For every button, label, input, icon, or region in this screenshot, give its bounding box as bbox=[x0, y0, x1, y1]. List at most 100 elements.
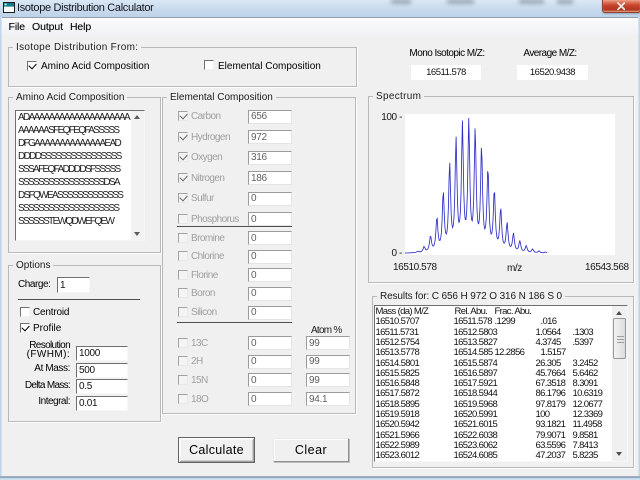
phosphorus-checkbox[interactable] bbox=[178, 214, 188, 224]
checkmark-icon bbox=[179, 112, 187, 120]
florine-checkbox[interactable] bbox=[178, 270, 188, 280]
phosphorus-input[interactable] bbox=[248, 212, 292, 226]
average-mz-value[interactable]: 16520.9438 bbox=[517, 65, 588, 80]
results-row[interactable]: 16523.601216524.608547.20375.8235 bbox=[375, 450, 627, 460]
results-row[interactable]: 16511.573116512.58031.0564.1303 bbox=[375, 327, 627, 337]
nitrogen-checkbox[interactable] bbox=[178, 173, 188, 183]
sulfur-input[interactable] bbox=[248, 192, 292, 206]
isotope-15n-input[interactable] bbox=[248, 373, 292, 387]
options-separator bbox=[18, 299, 140, 300]
at-mass-input[interactable] bbox=[76, 363, 128, 378]
charge-input[interactable] bbox=[57, 277, 90, 293]
sequence-line: SSSSSSSSSSSSSSSSSSSS bbox=[18, 202, 132, 215]
carbon-checkbox[interactable] bbox=[178, 111, 188, 121]
boron-checkbox[interactable] bbox=[178, 288, 188, 298]
results-row[interactable]: 16518.589516519.596897.817912.0677 bbox=[375, 399, 627, 409]
oxygen-checkbox[interactable] bbox=[178, 152, 188, 162]
boron-input[interactable] bbox=[248, 287, 292, 301]
arrow-up-icon bbox=[616, 311, 622, 315]
integral-input[interactable] bbox=[76, 396, 128, 411]
chlorine-input[interactable] bbox=[248, 250, 292, 264]
close-button[interactable] bbox=[602, 0, 640, 13]
results-row[interactable]: 16510.570716511.578.1299.016 bbox=[375, 316, 627, 326]
florine-input[interactable] bbox=[248, 268, 292, 282]
results-row[interactable]: 16515.582516516.589745.76645.6462 bbox=[375, 368, 627, 378]
calculate-button[interactable]: Calculate bbox=[178, 437, 255, 463]
smudge bbox=[557, 0, 573, 4]
results-row-cell: 5.8235 bbox=[573, 450, 598, 461]
silicon-input[interactable] bbox=[248, 306, 292, 320]
results-row[interactable]: 16522.598916523.606263.55967.8413 bbox=[375, 440, 627, 450]
sequence-line: DFGAAAAAAAAAAAAAAEAD bbox=[18, 137, 132, 150]
isotope-13c-label: 13C bbox=[191, 338, 208, 349]
x-axis-title: m/z bbox=[507, 263, 522, 274]
isotope-15n-atom-input[interactable] bbox=[306, 373, 350, 387]
delta-mass-label: Delta Mass: bbox=[20, 381, 70, 391]
results-row[interactable]: 16520.594216521.601593.182111.4958 bbox=[375, 419, 627, 429]
elemental-composition-checkbox-label: Elemental Composition bbox=[218, 61, 321, 72]
results-row[interactable]: 16519.591816520.599110012.3369 bbox=[375, 409, 627, 419]
scroll-down-button[interactable] bbox=[612, 446, 627, 461]
sulfur-checkbox[interactable] bbox=[178, 193, 188, 203]
charge-label: Charge: bbox=[18, 279, 50, 290]
isotope-13c-checkbox[interactable] bbox=[178, 338, 188, 348]
arrow-down-icon bbox=[134, 232, 140, 236]
window-border-bottom bbox=[0, 476, 640, 480]
delta-mass-label-line: Delta Mass: bbox=[20, 381, 70, 391]
scrollbar-thumb[interactable] bbox=[613, 318, 626, 359]
isotope-2h-input[interactable] bbox=[248, 355, 292, 369]
hydrogen-checkbox[interactable] bbox=[178, 132, 188, 142]
integral-label-line: Integral: bbox=[20, 397, 70, 407]
results-listbox[interactable]: Mass (da) M/ZRel. Abu.Frac. Abu.16510.57… bbox=[374, 305, 628, 462]
profile-checkbox[interactable] bbox=[20, 323, 30, 333]
delta-mass-input[interactable] bbox=[76, 379, 128, 394]
results-row[interactable]: 16521.596616522.603879.90719.8581 bbox=[375, 430, 627, 440]
isotope-13c-input[interactable] bbox=[248, 336, 292, 350]
clear-button[interactable]: Clear bbox=[273, 438, 349, 462]
isotope-18o-checkbox[interactable] bbox=[178, 394, 188, 404]
mono-isotopic-mz-value[interactable]: 16511.578 bbox=[411, 65, 481, 80]
results-row[interactable]: 16516.584816517.592167.35188.3091 bbox=[375, 378, 627, 388]
menu-output[interactable]: Output bbox=[29, 20, 67, 35]
amino-textbox-scrollbar[interactable] bbox=[131, 111, 144, 240]
isotope-13c-atom-input[interactable] bbox=[306, 336, 350, 350]
centroid-checkbox[interactable] bbox=[20, 307, 30, 317]
oxygen-input[interactable] bbox=[248, 151, 292, 165]
menu-help[interactable]: Help bbox=[66, 20, 94, 35]
group-options-label: Options bbox=[13, 260, 53, 271]
results-scrollbar[interactable] bbox=[612, 306, 627, 461]
results-row[interactable]: 16512.575416513.58274.3745.5397 bbox=[375, 337, 627, 347]
carbon-input[interactable] bbox=[248, 110, 292, 124]
elemental-composition-checkbox[interactable] bbox=[204, 60, 214, 70]
profile-checkbox-label: Profile bbox=[33, 323, 61, 334]
isotope-2h-atom-input[interactable] bbox=[306, 355, 350, 369]
scroll-up-button[interactable] bbox=[131, 111, 144, 124]
spectrum-curve bbox=[405, 114, 615, 255]
results-row[interactable]: 16514.580116515.587426.3053.2452 bbox=[375, 358, 627, 368]
sulfur-label: Sulfur bbox=[191, 193, 214, 204]
results-row[interactable]: 16513.577816514.58512.28561.5157 bbox=[375, 347, 627, 357]
silicon-checkbox[interactable] bbox=[178, 307, 188, 317]
amino-acid-sequence-textbox[interactable]: ADAAAAAAAAAAAAAAAAAAAAAAAAAASFEQFEQFASSS… bbox=[15, 110, 145, 241]
window-title: Isotope Distribution Calculator bbox=[17, 2, 154, 14]
isotope-2h-checkbox[interactable] bbox=[178, 356, 188, 366]
isotope-18o-atom-input[interactable] bbox=[306, 392, 350, 406]
bromine-checkbox[interactable] bbox=[178, 233, 188, 243]
menu-file[interactable]: File bbox=[5, 20, 29, 35]
title-bar[interactable]: Isotope Distribution Calculator bbox=[0, 0, 640, 17]
chlorine-checkbox[interactable] bbox=[178, 251, 188, 261]
bromine-input[interactable] bbox=[248, 231, 292, 245]
isotope-15n-checkbox[interactable] bbox=[178, 375, 188, 385]
results-row[interactable]: 16517.587216518.594486.179610.6319 bbox=[375, 388, 627, 398]
results-header[interactable]: Mass (da) M/ZRel. Abu.Frac. Abu. bbox=[375, 306, 627, 316]
checkmark-icon bbox=[21, 324, 29, 332]
thumb-grip-icon bbox=[617, 342, 624, 343]
bromine-label: Bromine bbox=[191, 233, 224, 244]
isotope-18o-input[interactable] bbox=[248, 392, 292, 406]
amino-composition-checkbox[interactable] bbox=[27, 61, 37, 71]
resolution-input[interactable] bbox=[76, 346, 128, 361]
oxygen-label: Oxygen bbox=[191, 152, 222, 163]
nitrogen-input[interactable] bbox=[248, 171, 292, 185]
hydrogen-input[interactable] bbox=[248, 130, 292, 144]
scroll-down-button[interactable] bbox=[131, 227, 144, 240]
